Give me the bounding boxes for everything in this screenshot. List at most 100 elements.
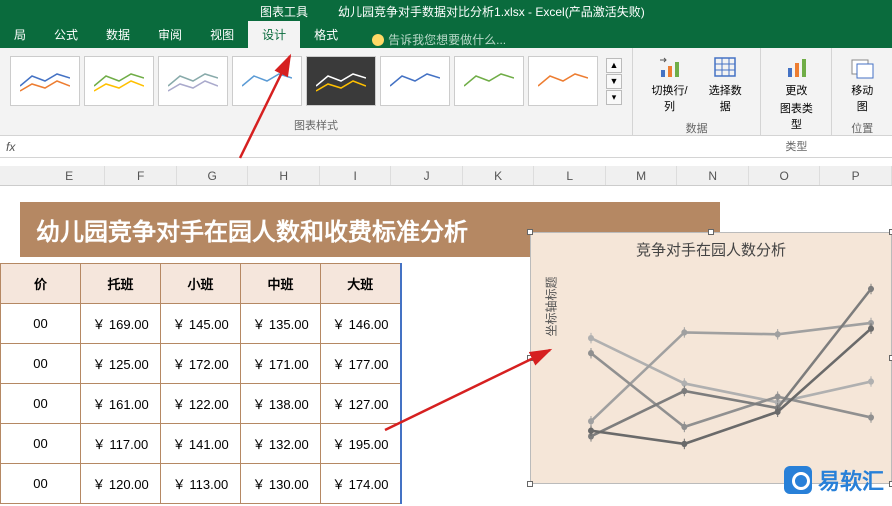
table-cell[interactable]: ￥ 127.00 — [321, 384, 401, 424]
group-location: 移动图 位置 — [832, 48, 892, 135]
title-bar: 图表工具 幼儿园竞争对手数据对比分析1.xlsx - Excel(产品激活失败) — [0, 0, 892, 22]
table-row[interactable]: 00￥ 120.00￥ 113.00￥ 130.00￥ 174.00 — [1, 464, 401, 504]
col-J[interactable]: J — [391, 166, 463, 185]
switch-row-col-button[interactable]: 切换行/列 — [641, 52, 698, 118]
tell-me-search[interactable]: 告诉我您想要做什么... — [372, 31, 506, 48]
col-M[interactable]: M — [606, 166, 678, 185]
col-K[interactable]: K — [463, 166, 535, 185]
table-row[interactable]: 00￥ 125.00￥ 172.00￥ 171.00￥ 177.00 — [1, 344, 401, 384]
col-O[interactable]: O — [749, 166, 821, 185]
th-price[interactable]: 价 — [1, 264, 81, 304]
group-label-data: 数据 — [686, 118, 708, 136]
chart-title[interactable]: 竞争对手在园人数分析 — [531, 239, 891, 260]
table-cell[interactable]: ￥ 171.00 — [241, 344, 321, 384]
gallery-expand[interactable]: ▾ — [606, 90, 622, 105]
col-N[interactable]: N — [677, 166, 749, 185]
chart-style-5[interactable] — [306, 56, 376, 106]
change-type-l2: 图表类型 — [775, 100, 817, 132]
sheet-area[interactable]: 幼儿园竞争对手在园人数和收费标准分析 价 托班 小班 中班 大班 00￥ 169… — [0, 186, 892, 504]
th-xiao[interactable]: 小班 — [161, 264, 241, 304]
col-H[interactable]: H — [248, 166, 320, 185]
col-I[interactable]: I — [320, 166, 392, 185]
price-table[interactable]: 价 托班 小班 中班 大班 00￥ 169.00￥ 145.00￥ 135.00… — [0, 263, 402, 504]
tab-format[interactable]: 格式 — [300, 21, 352, 48]
table-cell[interactable]: ￥ 177.00 — [321, 344, 401, 384]
chart-style-4[interactable] — [232, 56, 302, 106]
table-cell[interactable]: ￥ 195.00 — [321, 424, 401, 464]
th-da[interactable]: 大班 — [321, 264, 401, 304]
fx-icon[interactable]: fx — [6, 140, 15, 154]
resize-handle[interactable] — [708, 229, 714, 235]
table-cell[interactable]: ￥ 132.00 — [241, 424, 321, 464]
ribbon-tabs: 局 公式 数据 审阅 视图 设计 格式 告诉我您想要做什么... — [0, 22, 892, 48]
table-cell[interactable]: ￥ 138.00 — [241, 384, 321, 424]
formula-bar[interactable]: fx — [0, 136, 892, 158]
table-cell[interactable]: 00 — [1, 384, 81, 424]
resize-handle[interactable] — [527, 355, 533, 361]
tab-layout[interactable]: 局 — [0, 21, 40, 48]
chart-style-8[interactable] — [528, 56, 598, 106]
embedded-chart[interactable]: 竞争对手在园人数分析 坐标轴标题 — [530, 232, 892, 484]
ribbon: ▲ ▼ ▾ 图表样式 切换行/列 选择数据 数据 更改 图表类型 类型 — [0, 48, 892, 136]
table-cell[interactable]: ￥ 117.00 — [81, 424, 161, 464]
table-cell[interactable]: ￥ 141.00 — [161, 424, 241, 464]
chart-style-2[interactable] — [84, 56, 154, 106]
chart-style-3[interactable] — [158, 56, 228, 106]
table-cell[interactable]: ￥ 113.00 — [161, 464, 241, 504]
select-data-button[interactable]: 选择数据 — [698, 52, 752, 118]
table-cell[interactable]: 00 — [1, 344, 81, 384]
window-title: 幼儿园竞争对手数据对比分析1.xlsx - Excel(产品激活失败) — [338, 3, 645, 20]
table-row[interactable]: 00￥ 161.00￥ 122.00￥ 138.00￥ 127.00 — [1, 384, 401, 424]
col-G[interactable]: G — [177, 166, 249, 185]
table-cell[interactable]: ￥ 130.00 — [241, 464, 321, 504]
chart-tools-context: 图表工具 — [250, 0, 318, 24]
bulb-icon — [372, 34, 384, 46]
group-label-loc: 位置 — [851, 118, 873, 136]
table-row[interactable]: 00￥ 169.00￥ 145.00￥ 135.00￥ 146.00 — [1, 304, 401, 344]
gallery-scroll-down[interactable]: ▼ — [606, 74, 622, 89]
tab-data[interactable]: 数据 — [92, 21, 144, 48]
table-header-row: 价 托班 小班 中班 大班 — [1, 264, 401, 304]
tab-view[interactable]: 视图 — [196, 21, 248, 48]
resize-handle[interactable] — [527, 229, 533, 235]
move-chart-icon — [850, 56, 874, 80]
table-cell[interactable]: 00 — [1, 464, 81, 504]
group-chart-styles: ▲ ▼ ▾ 图表样式 — [0, 48, 633, 135]
tab-design[interactable]: 设计 — [248, 21, 300, 48]
col-E[interactable]: E — [34, 166, 106, 185]
col-F[interactable]: F — [105, 166, 177, 185]
group-label-styles: 图表样式 — [294, 115, 338, 133]
table-cell[interactable]: 00 — [1, 424, 81, 464]
resize-handle[interactable] — [527, 481, 533, 487]
col-L[interactable]: L — [534, 166, 606, 185]
tab-formulas[interactable]: 公式 — [40, 21, 92, 48]
move-chart-label: 移动图 — [846, 82, 878, 114]
table-cell[interactable]: ￥ 122.00 — [161, 384, 241, 424]
col-P[interactable]: P — [820, 166, 892, 185]
move-chart-button[interactable]: 移动图 — [840, 52, 884, 118]
table-cell[interactable]: 00 — [1, 304, 81, 344]
th-zhong[interactable]: 中班 — [241, 264, 321, 304]
chart-plot-area[interactable] — [581, 269, 881, 479]
table-cell[interactable]: ￥ 169.00 — [81, 304, 161, 344]
table-cell[interactable]: ￥ 174.00 — [321, 464, 401, 504]
table-cell[interactable]: ￥ 161.00 — [81, 384, 161, 424]
table-row[interactable]: 00￥ 117.00￥ 141.00￥ 132.00￥ 195.00 — [1, 424, 401, 464]
change-chart-type-button[interactable]: 更改 图表类型 — [769, 52, 823, 136]
chart-y-axis-label[interactable]: 坐标轴标题 — [543, 276, 560, 336]
chart-style-1[interactable] — [10, 56, 80, 106]
table-cell[interactable]: ￥ 172.00 — [161, 344, 241, 384]
chart-style-7[interactable] — [454, 56, 524, 106]
group-label-type: 类型 — [785, 136, 807, 154]
table-cell[interactable]: ￥ 145.00 — [161, 304, 241, 344]
table-cell[interactable]: ￥ 146.00 — [321, 304, 401, 344]
th-tuo[interactable]: 托班 — [81, 264, 161, 304]
gallery-scroll-up[interactable]: ▲ — [606, 58, 622, 73]
chart-style-6[interactable] — [380, 56, 450, 106]
group-type: 更改 图表类型 类型 — [761, 48, 832, 135]
table-cell[interactable]: ￥ 135.00 — [241, 304, 321, 344]
tab-review[interactable]: 审阅 — [144, 21, 196, 48]
select-data-label: 选择数据 — [704, 82, 746, 114]
table-cell[interactable]: ￥ 125.00 — [81, 344, 161, 384]
table-cell[interactable]: ￥ 120.00 — [81, 464, 161, 504]
